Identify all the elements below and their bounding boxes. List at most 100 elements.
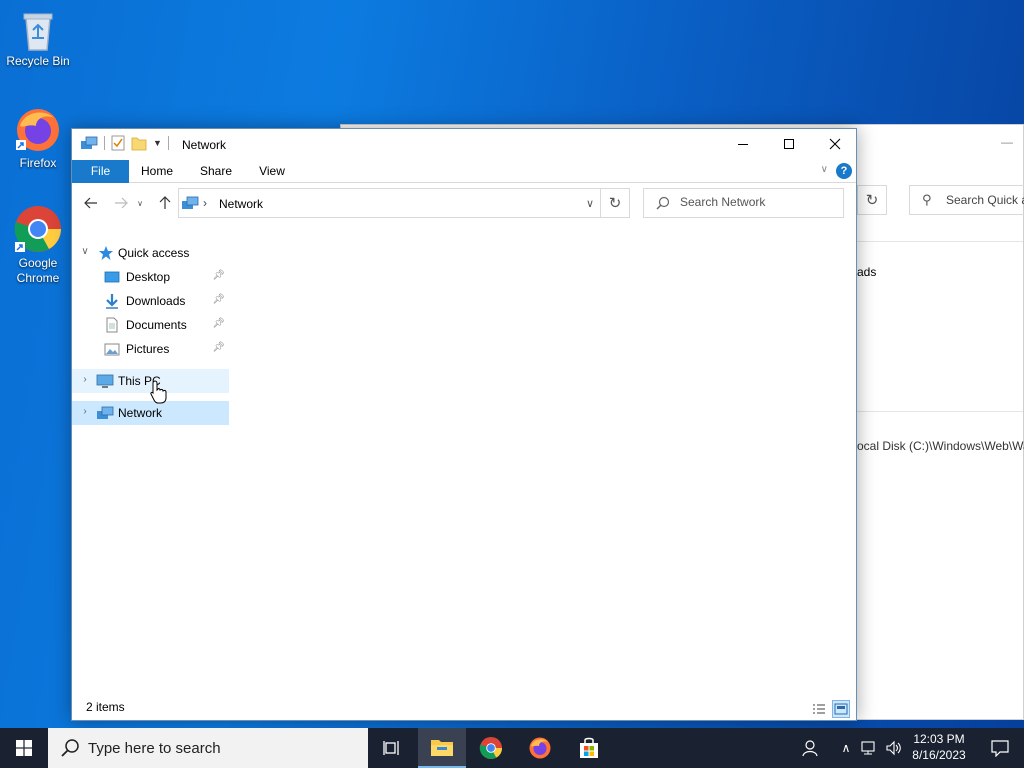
breadcrumb[interactable]: Network [219, 197, 263, 211]
taskbar-chrome[interactable] [467, 728, 515, 768]
new-folder-icon[interactable] [131, 135, 147, 151]
taskbar-store[interactable] [565, 728, 613, 768]
explorer-window[interactable]: ▼ Network File Home Share View ∨ ? ∨ › N… [71, 128, 857, 721]
taskbar-firefox[interactable] [516, 728, 564, 768]
documents-folder-icon [106, 317, 118, 333]
taskbar-search-placeholder: Type here to search [88, 740, 221, 757]
nav-item-label: Quick access [118, 246, 190, 260]
list-item[interactable]: ads [857, 265, 876, 279]
details-view-button[interactable] [810, 700, 828, 718]
taskbar: Type here to search ∧ 12:03 PM 8/16/2023 [0, 728, 1024, 768]
taskbar-search-box[interactable]: Type here to search [48, 728, 368, 768]
search-box[interactable] [643, 188, 844, 218]
chevron-down-icon[interactable]: ▼ [153, 138, 162, 148]
nav-item-downloads[interactable]: Downloads 📌︎ [72, 289, 229, 313]
people-button[interactable] [796, 728, 826, 768]
network-icon [81, 136, 98, 149]
desktop-icon-chrome[interactable]: Google Chrome [0, 204, 76, 286]
start-button[interactable] [0, 728, 48, 768]
task-view-icon [383, 741, 399, 755]
refresh-icon: ↻ [608, 195, 622, 212]
pin-icon[interactable]: 📌︎ [212, 342, 225, 353]
large-icons-view-icon [834, 703, 848, 715]
divider [857, 411, 1023, 412]
chevron-down-icon[interactable]: ∨ [586, 197, 594, 210]
minimize-icon [738, 144, 748, 145]
separator [167, 136, 169, 150]
chevron-right-icon[interactable]: › [80, 374, 90, 385]
store-icon [580, 737, 598, 758]
large-icons-view-button[interactable] [832, 700, 850, 718]
ribbon-tabs: File Home Share View ∨ ? [72, 160, 856, 183]
desktop-icon-label: Google Chrome [16, 256, 60, 285]
desktop-icon-recycle-bin[interactable]: Recycle Bin [0, 8, 76, 69]
minimize-button[interactable] [720, 129, 766, 159]
quick-access-toolbar: ▼ [80, 135, 169, 151]
nav-item-desktop[interactable]: Desktop 📌︎ [72, 265, 229, 289]
search-input[interactable] [680, 195, 835, 209]
close-icon [829, 138, 841, 150]
notification-icon [991, 740, 1009, 757]
window-title: Network [182, 138, 227, 152]
search-input[interactable]: ⚲ Search Quick a [909, 185, 1024, 215]
refresh-button[interactable]: ↻ [601, 188, 630, 218]
nav-item-documents[interactable]: Documents 📌︎ [72, 313, 229, 337]
forward-button[interactable] [110, 192, 132, 214]
taskbar-file-explorer[interactable] [418, 728, 466, 768]
help-button[interactable]: ? [836, 163, 852, 179]
arrow-left-icon [84, 197, 97, 209]
firefox-icon [16, 109, 59, 151]
status-bar-text: 2 items [86, 700, 125, 714]
file-explorer-icon [431, 740, 453, 756]
action-center-button[interactable] [976, 728, 1024, 768]
chevron-right-icon[interactable]: › [80, 406, 90, 417]
pin-icon[interactable]: 📌︎ [212, 318, 225, 329]
desktop-icon-firefox[interactable]: Firefox [0, 106, 76, 171]
downloads-folder-icon [106, 294, 118, 309]
nav-item-pictures[interactable]: Pictures 📌︎ [72, 337, 229, 361]
network-icon [182, 196, 199, 209]
tab-file[interactable]: File [72, 160, 129, 183]
taskbar-clock[interactable]: 12:03 PM 8/16/2023 [905, 731, 973, 763]
search-icon [656, 196, 670, 210]
tab-home[interactable]: Home [132, 160, 182, 183]
close-icon[interactable]: — [1001, 135, 1013, 149]
arrow-right-icon [115, 197, 128, 209]
volume-icon [886, 740, 901, 756]
recent-locations-button[interactable]: ∨ [134, 192, 146, 214]
pin-icon[interactable]: 📌︎ [212, 270, 225, 281]
nav-item-quick-access[interactable]: ∨ Quick access [72, 241, 229, 265]
close-button[interactable] [812, 129, 858, 159]
title-bar[interactable]: ▼ Network [72, 129, 856, 160]
content-area[interactable] [230, 223, 856, 694]
maximize-icon [784, 139, 794, 149]
pin-icon[interactable]: 📌︎ [212, 294, 225, 305]
expand-ribbon-icon[interactable]: ∨ [821, 164, 828, 175]
pictures-folder-icon [104, 343, 120, 356]
maximize-button[interactable] [766, 129, 812, 159]
network-tray-button[interactable] [858, 728, 882, 768]
properties-icon[interactable] [111, 135, 125, 151]
list-item[interactable]: ocal Disk (C:)\Windows\Web\Wa [857, 439, 1024, 453]
tab-view[interactable]: View [250, 160, 294, 183]
refresh-button[interactable]: ↻ [857, 185, 887, 215]
task-view-button[interactable] [368, 728, 416, 768]
nav-item-network[interactable]: › Network [72, 401, 229, 425]
navigation-bar: ∨ › Network ∨ ↻ [72, 184, 856, 222]
clock-date: 8/16/2023 [912, 748, 966, 762]
up-button[interactable] [154, 192, 176, 214]
chevron-right-icon[interactable]: › [203, 196, 207, 210]
address-bar[interactable]: › Network ∨ [178, 188, 601, 218]
nav-item-label: Network [118, 406, 163, 420]
volume-tray-button[interactable] [882, 728, 906, 768]
show-hidden-icons-button[interactable]: ∧ [836, 728, 856, 768]
chevron-down-icon[interactable]: ∨ [80, 246, 90, 257]
search-icon [61, 739, 79, 757]
nav-item-label: Pictures [126, 342, 170, 356]
firefox-icon [529, 737, 551, 759]
tab-share[interactable]: Share [192, 160, 240, 183]
divider [857, 241, 1023, 242]
network-tray-icon [861, 741, 875, 755]
back-button[interactable] [80, 192, 102, 214]
separator [104, 136, 105, 150]
